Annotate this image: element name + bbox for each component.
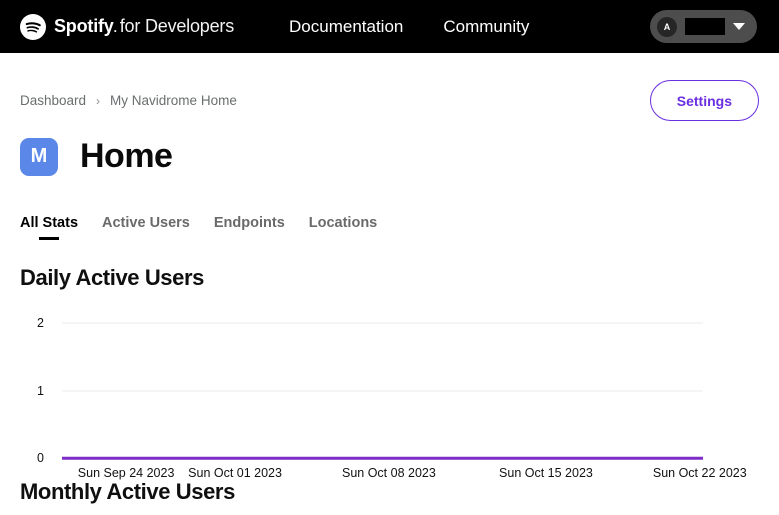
monthly-active-users-heading: Monthly Active Users	[20, 479, 759, 505]
breadcrumb-current-page: My Navidrome Home	[110, 93, 237, 108]
chevron-down-icon	[733, 23, 745, 30]
chart-plot: 012Sun Sep 24 2023Sun Oct 01 2023Sun Oct…	[62, 323, 703, 458]
settings-button[interactable]: Settings	[650, 80, 759, 121]
brand-name: Spotify	[54, 16, 114, 36]
x-axis-tick-label: Sun Oct 15 2023	[499, 466, 593, 480]
y-axis-tick-label: 0	[37, 452, 44, 465]
x-axis-tick-label: Sun Oct 01 2023	[188, 466, 282, 480]
app-avatar: M	[20, 138, 58, 176]
tab-all-stats[interactable]: All Stats	[20, 215, 78, 240]
gridline	[62, 323, 703, 324]
breadcrumb-dashboard[interactable]: Dashboard	[20, 93, 86, 108]
breadcrumb-row: Dashboard › My Navidrome Home Settings	[20, 80, 759, 121]
app-title-row: M Home	[20, 137, 759, 176]
gridline	[62, 390, 703, 391]
tab-locations[interactable]: Locations	[309, 215, 377, 240]
top-navigation-bar: Spotify.for Developers Documentation Com…	[0, 0, 779, 53]
brand-suffix: for Developers	[120, 16, 234, 36]
brand-trademark-dot: .	[114, 21, 117, 35]
nav-item-community[interactable]: Community	[443, 17, 529, 37]
tab-endpoints[interactable]: Endpoints	[214, 215, 285, 240]
avatar: A	[657, 17, 677, 37]
stats-tabs: All Stats Active Users Endpoints Locatio…	[20, 215, 759, 240]
header-nav: Documentation Community	[289, 17, 529, 37]
tab-active-users[interactable]: Active Users	[102, 215, 190, 240]
page-title: Home	[80, 137, 172, 176]
x-axis-tick-label: Sun Sep 24 2023	[78, 466, 175, 480]
spotify-for-developers-logo[interactable]: Spotify.for Developers	[20, 14, 234, 40]
chart-series-line	[62, 457, 703, 460]
brand-wordmark: Spotify.for Developers	[54, 16, 234, 37]
account-menu-button[interactable]: A	[650, 10, 757, 43]
y-axis-tick-label: 1	[37, 384, 44, 397]
y-axis-tick-label: 2	[37, 317, 44, 330]
nav-item-documentation[interactable]: Documentation	[289, 17, 403, 37]
account-name-redacted	[685, 18, 725, 35]
daily-active-users-chart: 0 1 2 Sun Sep 24 2023 Sun Oct 01 2023 Sun Oct…	[20, 309, 759, 479]
x-axis-tick-label: Sun Oct 08 2023	[342, 466, 436, 480]
breadcrumb: Dashboard › My Navidrome Home	[20, 93, 237, 108]
breadcrumb-separator-icon: ›	[96, 94, 100, 108]
x-axis-tick-label: Sun Oct 22 2023	[653, 466, 747, 480]
page-content: Dashboard › My Navidrome Home Settings M…	[0, 80, 779, 505]
spotify-logo-icon	[20, 14, 46, 40]
daily-active-users-heading: Daily Active Users	[20, 265, 759, 291]
